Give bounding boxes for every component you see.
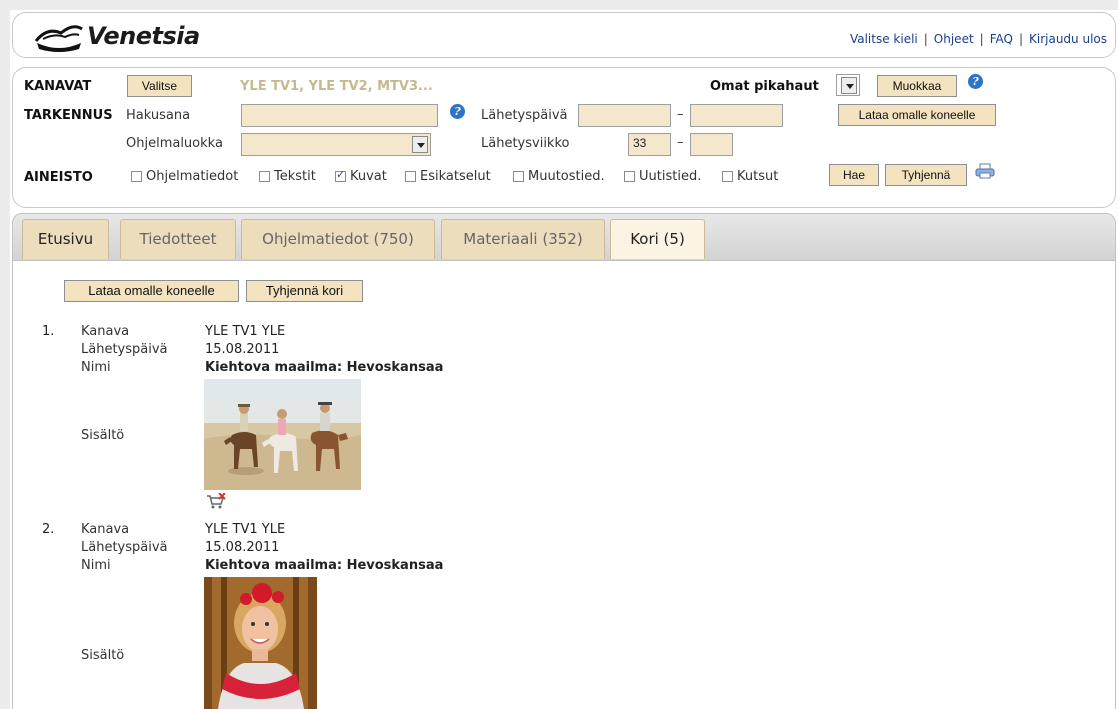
print-icon[interactable] (975, 163, 995, 179)
name-label: Nimi (81, 558, 111, 573)
checkbox-label: Ohjelmatiedot (146, 169, 239, 184)
date-label: Lähetyspäivä (81, 342, 168, 357)
checkbox-label: Muutostied. (528, 169, 605, 184)
channels-label: KANAVAT (24, 79, 92, 94)
chevron-down-icon (412, 136, 428, 153)
program-category-select[interactable] (241, 133, 431, 156)
broadcast-week-to-input[interactable] (690, 133, 733, 156)
broadcast-week-from-input[interactable]: 33 (628, 133, 671, 156)
checkbox-box[interactable] (259, 171, 270, 182)
broadcast-week-label: Lähetysviikko (481, 136, 570, 151)
checkbox-invitations[interactable]: Kutsut (722, 169, 778, 184)
checkbox-box[interactable] (513, 171, 524, 182)
checkbox-previews[interactable]: Esikatselut (405, 169, 491, 184)
checkbox-label: Uutistied. (639, 169, 702, 184)
keyword-label: Hakusana (126, 108, 191, 123)
checkbox-news[interactable]: Uutistied. (624, 169, 701, 184)
checkbox-texts[interactable]: Tekstit (259, 169, 316, 184)
content-label: Sisältö (81, 428, 125, 443)
selected-channels-text: YLE TV1, YLE TV2, MTV3... (240, 79, 433, 94)
broadcast-date-label: Lähetyspäivä (481, 108, 568, 123)
top-links: Valitse kieli | Ohjeet | FAQ | Kirjaudu ulos (849, 32, 1107, 46)
search-button[interactable]: Hae (829, 164, 879, 186)
checkbox-label: Kutsut (737, 169, 779, 184)
top-gutter (0, 0, 1118, 10)
help-icon[interactable]: ? (968, 74, 983, 89)
checkbox-label: Kuvat (350, 169, 387, 184)
left-gutter (0, 0, 10, 709)
keyword-input[interactable] (241, 104, 438, 127)
checkbox-box[interactable] (624, 171, 635, 182)
checkbox-label: Esikatselut (420, 169, 491, 184)
logo[interactable]: Venetsia (33, 19, 200, 53)
link-language[interactable]: Valitse kieli (850, 32, 918, 46)
content-label: Sisältö (81, 648, 125, 663)
checkbox-box[interactable] (131, 171, 142, 182)
refine-label: TARKENNUS (24, 108, 113, 123)
tab-press-releases[interactable]: Tiedotteet (120, 219, 236, 259)
checkbox-images[interactable]: Kuvat (335, 168, 387, 184)
link-logout[interactable]: Kirjaudu ulos (1029, 32, 1107, 46)
select-channels-button[interactable]: Valitse (127, 75, 192, 97)
checkbox-changes[interactable]: Muutostied. (513, 169, 605, 184)
program-image[interactable] (204, 379, 361, 490)
checkbox-box[interactable] (405, 171, 416, 182)
link-help[interactable]: Ohjeet (934, 32, 974, 46)
date-value: 15.08.2011 (205, 540, 280, 555)
logo-text: Venetsia (87, 22, 200, 50)
clear-button[interactable]: Tyhjennä (885, 164, 967, 186)
download-search-button[interactable]: Lataa omalle koneelle (838, 104, 996, 126)
program-category-label: Ohjelmaluokka (126, 136, 223, 151)
date-label: Lähetyspäivä (81, 540, 168, 555)
channel-label: Kanava (81, 324, 130, 339)
link-faq[interactable]: FAQ (990, 32, 1013, 46)
download-basket-button[interactable]: Lataa omalle koneelle (64, 280, 239, 302)
broadcast-date-from-input[interactable] (578, 104, 671, 127)
help-icon[interactable]: ? (450, 104, 465, 119)
checkbox-program-info[interactable]: Ohjelmatiedot (131, 169, 238, 184)
name-label: Nimi (81, 360, 111, 375)
basket-content (12, 261, 1116, 709)
logo-icon (34, 25, 83, 52)
channel-label: Kanava (81, 522, 130, 537)
program-name: Kiehtova maailma: Hevoskansaa (205, 360, 444, 375)
date-value: 15.08.2011 (205, 342, 280, 357)
edit-quick-searches-button[interactable]: Muokkaa (877, 75, 957, 97)
checkbox-box[interactable] (722, 171, 733, 182)
remove-from-cart-icon[interactable] (206, 493, 226, 511)
material-label: AINEISTO (24, 170, 93, 185)
tab-program-info[interactable]: Ohjelmatiedot (750) (241, 219, 435, 259)
tab-home[interactable]: Etusivu (22, 219, 109, 259)
channel-value: YLE TV1 YLE (205, 324, 286, 339)
tab-basket[interactable]: Kori (5) (610, 219, 705, 259)
checkbox-box-checked[interactable] (335, 168, 346, 182)
header-bar: Venetsia Valitse kieli | Ohjeet | FAQ | Kirjau… (12, 12, 1116, 58)
quick-searches-select[interactable] (836, 74, 860, 96)
quick-searches-label: Omat pikahaut (710, 79, 819, 94)
chevron-down-icon (841, 77, 857, 94)
item-number: 2. (42, 522, 55, 537)
item-number: 1. (42, 324, 55, 339)
program-name: Kiehtova maailma: Hevoskansaa (205, 558, 444, 573)
tab-material[interactable]: Materiaali (352) (441, 219, 605, 259)
range-dash: – (677, 107, 684, 122)
broadcast-date-to-input[interactable] (690, 104, 783, 127)
channel-value: YLE TV1 YLE (205, 522, 286, 537)
clear-basket-button[interactable]: Tyhjennä kori (246, 280, 363, 302)
program-image[interactable] (204, 577, 317, 709)
checkbox-label: Tekstit (274, 169, 316, 184)
range-dash: – (677, 135, 684, 150)
